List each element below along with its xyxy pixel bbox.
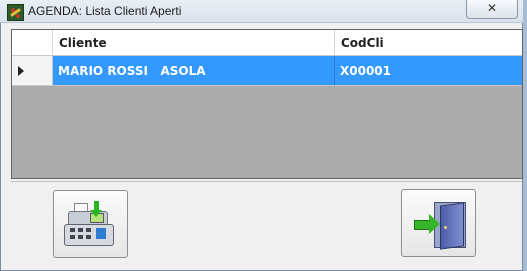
column-header-codcli-label: CodCli bbox=[341, 36, 384, 50]
clients-grid[interactable]: Cliente CodCli MARIO ROSSI ASOLA X00001 bbox=[11, 29, 523, 179]
cash-register-button[interactable] bbox=[53, 190, 128, 258]
cell-codcli[interactable]: X00001 bbox=[335, 56, 522, 86]
close-icon: ✕ bbox=[486, 1, 498, 15]
cell-cliente-text: MARIO ROSSI ASOLA bbox=[58, 64, 206, 78]
cell-cliente[interactable]: MARIO ROSSI ASOLA bbox=[53, 56, 335, 86]
exit-button[interactable] bbox=[401, 189, 476, 257]
header-corner bbox=[12, 30, 53, 55]
row-selector[interactable] bbox=[12, 56, 53, 86]
grid-header: Cliente CodCli bbox=[12, 30, 522, 56]
current-row-arrow-icon bbox=[18, 66, 24, 76]
agenda-app-icon bbox=[7, 4, 24, 21]
title-bar[interactable]: AGENDA: Lista Clienti Aperti ✕ bbox=[0, 0, 523, 23]
table-row[interactable]: MARIO ROSSI ASOLA X00001 bbox=[12, 56, 522, 86]
column-header-cliente[interactable]: Cliente bbox=[53, 30, 335, 55]
cell-codcli-text: X00001 bbox=[340, 64, 391, 78]
desktop-background bbox=[523, 0, 527, 271]
cash-register-icon bbox=[64, 201, 116, 247]
column-header-cliente-label: Cliente bbox=[59, 36, 107, 50]
main-window: AGENDA: Lista Clienti Aperti ✕ Cliente C… bbox=[0, 0, 523, 271]
window-title: AGENDA: Lista Clienti Aperti bbox=[28, 4, 182, 18]
divider bbox=[11, 181, 522, 182]
close-button[interactable]: ✕ bbox=[466, 0, 518, 19]
column-header-codcli[interactable]: CodCli bbox=[335, 30, 522, 55]
